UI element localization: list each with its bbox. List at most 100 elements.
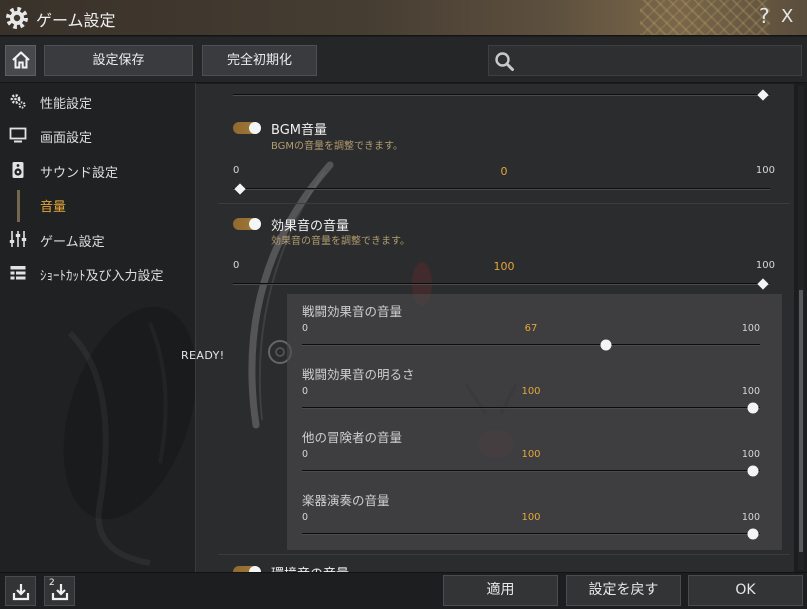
slider-track: [233, 94, 770, 96]
sidebar-item-label: 音量: [40, 200, 67, 215]
slider-handle[interactable]: [234, 183, 246, 195]
toggle-knob: [249, 218, 261, 230]
other-adventurers-volume-slider[interactable]: [302, 465, 760, 477]
sidebar-item-performance[interactable]: 性能設定: [0, 84, 195, 118]
sidebar-item-label: サウンド設定: [40, 166, 119, 181]
gear-icon: [5, 6, 29, 30]
settings-content: BGM音量 BGMの音量を調整できます。 0 0 100 効果音の音量 効果音の…: [196, 84, 794, 572]
slider-value-label: 100: [521, 512, 541, 523]
home-button[interactable]: [5, 45, 36, 76]
help-button[interactable]: ?: [759, 4, 770, 28]
effects-subpanel: 戦闘効果音の音量 0 67 100 戦闘効果音の明るさ 0 100 100 他の…: [287, 294, 782, 550]
slider-max-label: 100: [741, 386, 760, 397]
sub-slider-title: 戦闘効果音の音量: [302, 304, 403, 319]
combat-effects-brightness-slider[interactable]: [302, 402, 760, 414]
slider-value-label: 100: [521, 386, 541, 397]
slider-handle[interactable]: [747, 528, 759, 540]
bgm-volume-slider[interactable]: [233, 183, 770, 195]
sidebar-item-shortcuts[interactable]: ｼｮｰﾄｶｯﾄ及び入力設定: [0, 256, 195, 290]
effects-toggle[interactable]: [233, 218, 261, 230]
save-settings-button[interactable]: 設定保存: [44, 45, 193, 76]
load-settings-2-button[interactable]: 2: [44, 576, 75, 606]
title-bar: ゲーム設定 ? X: [0, 0, 807, 36]
title-ornament: [640, 0, 770, 35]
window-title: ゲーム設定: [36, 11, 116, 30]
slider-min-label: 0: [302, 512, 309, 523]
slider-max-label: 100: [755, 165, 775, 176]
slider-handle[interactable]: [757, 278, 769, 290]
monitor-icon: [9, 126, 27, 144]
ambient-title: 環境音の音量: [271, 563, 349, 572]
sidebar-item-game[interactable]: ゲーム設定: [0, 222, 195, 256]
toggle-knob: [249, 122, 261, 134]
slider-max-label: 100: [741, 323, 760, 334]
slider-handle[interactable]: [757, 89, 769, 101]
sidebar: 性能設定 画面設定 サウンド設定 音量 ゲーム設定 ｼｮｰﾄｶｯﾄ及び入力設定: [0, 83, 196, 572]
bgm-title: BGM音量: [271, 123, 327, 138]
slider-track: [302, 344, 760, 346]
slider-max-label: 100: [741, 512, 760, 523]
sidebar-item-display[interactable]: 画面設定: [0, 118, 195, 152]
scrollbar-thumb[interactable]: [799, 290, 803, 552]
slider-max-label: 100: [755, 260, 775, 271]
speaker-icon: [9, 161, 27, 179]
sidebar-item-sound[interactable]: サウンド設定: [0, 153, 195, 187]
bgm-toggle[interactable]: [233, 122, 261, 134]
sidebar-item-label: ｼｮｰﾄｶｯﾄ及び入力設定: [40, 269, 164, 284]
section-divider: [218, 554, 790, 555]
sub-scale-labels: 0 100 100: [302, 449, 760, 462]
slider-min-label: 0: [233, 165, 240, 176]
search-box[interactable]: [488, 45, 802, 76]
bgm-description: BGMの音量を調整できます。: [271, 141, 404, 152]
sidebar-item-label: 性能設定: [40, 97, 93, 112]
combat-effects-brightness-row: 戦闘効果音の明るさ 0 100 100: [287, 357, 782, 417]
slider-min-label: 0: [302, 386, 309, 397]
instrument-volume-row: 楽器演奏の音量 0 100 100: [287, 483, 782, 543]
load-settings-button[interactable]: [5, 576, 36, 606]
search-icon: [495, 52, 514, 71]
combat-effects-volume-slider[interactable]: [302, 339, 760, 351]
download-icon: [12, 584, 30, 601]
close-button[interactable]: X: [781, 6, 793, 27]
slider-value-label: 0: [500, 165, 508, 178]
combat-effects-volume-row: 戦闘効果音の音量 0 67 100: [287, 294, 782, 354]
background-caption: READY!: [181, 349, 225, 362]
previous-volume-slider[interactable]: [233, 89, 770, 101]
sidebar-item-label: 画面設定: [40, 131, 93, 146]
sub-slider-title: 楽器演奏の音量: [302, 493, 390, 508]
revert-settings-button[interactable]: 設定を戻す: [566, 575, 681, 606]
slider-handle[interactable]: [747, 465, 759, 477]
sliders-icon: [9, 230, 27, 248]
slider-track: [302, 470, 760, 472]
home-icon: [12, 51, 30, 69]
bgm-scale-labels: 0 0 100: [233, 165, 775, 178]
slider-value-label: 100: [493, 260, 515, 273]
sub-scale-labels: 0 100 100: [302, 512, 760, 525]
reset-all-button[interactable]: 完全初期化: [202, 45, 317, 76]
slider-track: [302, 407, 760, 409]
slider-max-label: 100: [741, 449, 760, 460]
sub-scale-labels: 0 100 100: [302, 386, 760, 399]
effects-description: 効果音の音量を調整できます。: [271, 236, 410, 247]
section-divider: [218, 203, 790, 204]
other-adventurers-volume-row: 他の冒険者の音量 0 100 100: [287, 420, 782, 480]
effects-scale-labels: 0 100 100: [233, 260, 775, 273]
slider-min-label: 0: [302, 323, 309, 334]
effects-volume-slider[interactable]: [233, 278, 770, 290]
apply-button[interactable]: 適用: [443, 575, 558, 606]
slider-min-label: 0: [302, 449, 309, 460]
search-input[interactable]: [521, 49, 793, 72]
sub-slider-title: 戦闘効果音の明るさ: [302, 367, 415, 382]
slider-track: [233, 188, 770, 190]
slider-track: [233, 283, 770, 285]
ok-button[interactable]: OK: [688, 575, 803, 606]
slider-value-label: 67: [524, 323, 538, 334]
slider-min-label: 0: [233, 260, 240, 271]
slider-value-label: 100: [521, 449, 541, 460]
sidebar-item-label: ゲーム設定: [40, 235, 105, 250]
list-icon: [9, 264, 27, 282]
slider-handle[interactable]: [747, 402, 759, 414]
instrument-volume-slider[interactable]: [302, 528, 760, 540]
sidebar-item-volume[interactable]: 音量: [0, 187, 195, 221]
slider-handle[interactable]: [600, 339, 612, 351]
